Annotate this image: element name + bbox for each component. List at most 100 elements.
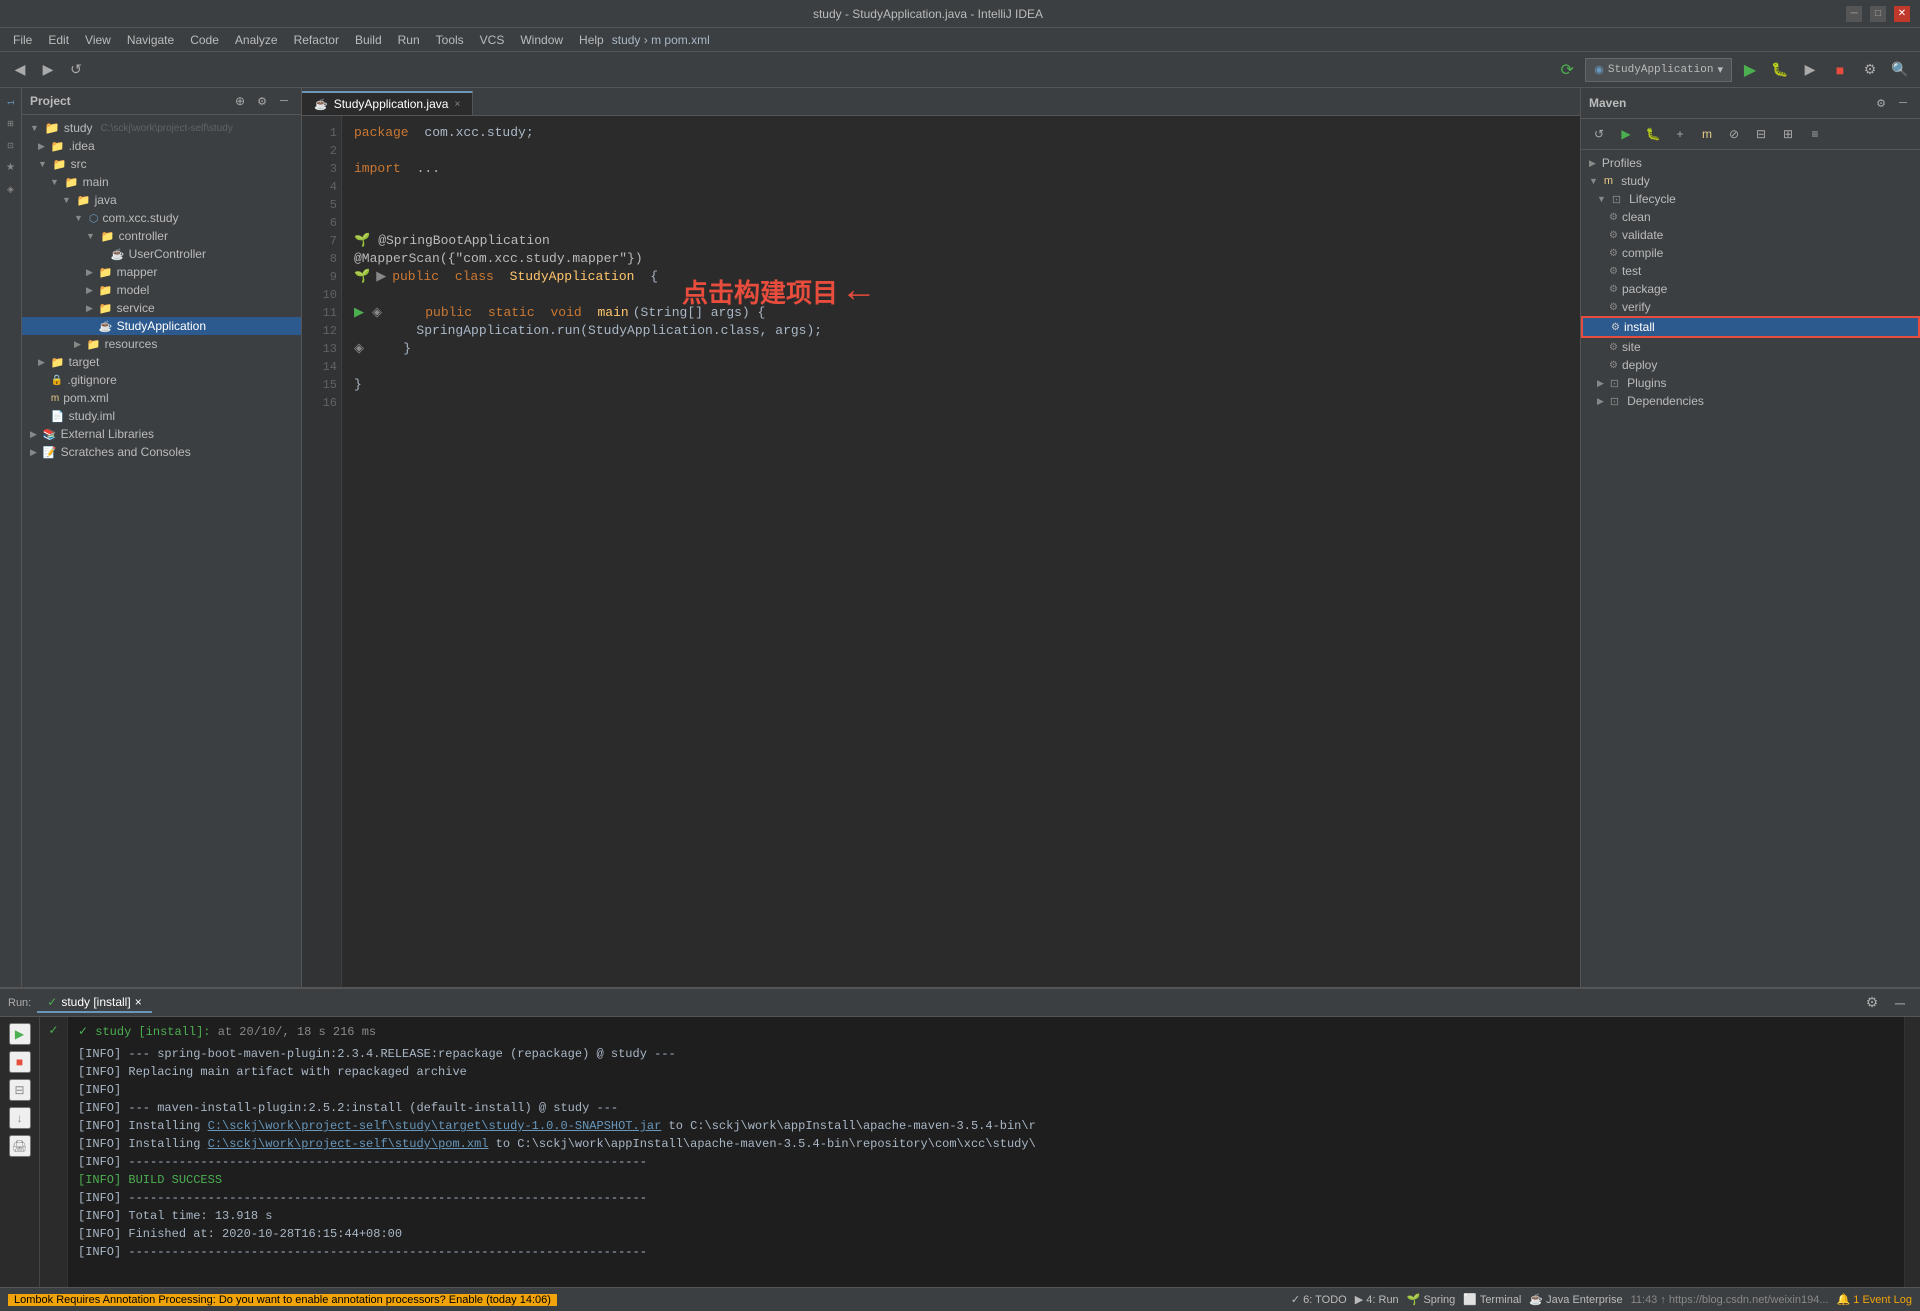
- menu-tools[interactable]: Tools: [428, 31, 472, 49]
- maven-profiles[interactable]: ▶ Profiles: [1581, 154, 1920, 172]
- print-button[interactable]: 🖨: [9, 1135, 31, 1157]
- add-icon[interactable]: ⊕: [231, 92, 249, 110]
- maven-hide-button[interactable]: ─: [1894, 94, 1912, 112]
- run-hide-button[interactable]: ─: [1888, 991, 1912, 1015]
- menu-run[interactable]: Run: [390, 31, 428, 49]
- search-button[interactable]: 🔍: [1888, 58, 1912, 82]
- maven-debug-button[interactable]: 🐛: [1641, 122, 1665, 146]
- tree-item-usercontroller[interactable]: ▶ ☕ UserController: [22, 245, 301, 263]
- terminal-button[interactable]: ⬜ Terminal: [1463, 1293, 1521, 1306]
- menu-analyze[interactable]: Analyze: [227, 31, 286, 49]
- run-settings-button[interactable]: ⚙: [1860, 991, 1884, 1015]
- maven-compile[interactable]: ⚙ compile: [1581, 244, 1920, 262]
- maven-lifecycle[interactable]: ▼ ⊡ Lifecycle: [1581, 190, 1920, 208]
- menu-build[interactable]: Build: [347, 31, 390, 49]
- tree-item-pomxml[interactable]: ▶ m pom.xml: [22, 389, 301, 407]
- back-button[interactable]: ◀: [8, 58, 32, 82]
- menu-navigate[interactable]: Navigate: [119, 31, 182, 49]
- tree-item-studyiml[interactable]: ▶ 📄 study.iml: [22, 407, 301, 425]
- menu-help[interactable]: Help: [571, 31, 612, 49]
- maven-verify[interactable]: ⚙ verify: [1581, 298, 1920, 316]
- tree-item-service[interactable]: ▶ 📁 service: [22, 299, 301, 317]
- scroll-to-end[interactable]: ↓: [9, 1107, 31, 1129]
- jar-path-link[interactable]: C:\sckj\work\project-self\study\target\s…: [208, 1119, 662, 1133]
- tree-item-mapper[interactable]: ▶ 📁 mapper: [22, 263, 301, 281]
- tree-item-external-libs[interactable]: ▶ 📚 External Libraries: [22, 425, 301, 443]
- pom-path-link[interactable]: C:\sckj\work\project-self\study\pom.xml: [208, 1137, 489, 1151]
- menu-file[interactable]: File: [5, 31, 40, 49]
- run-with-coverage[interactable]: ▶: [1798, 58, 1822, 82]
- maven-dependencies[interactable]: ▶ ⊡ Dependencies: [1581, 392, 1920, 410]
- refresh-button[interactable]: ↺: [64, 58, 88, 82]
- run-config-selector[interactable]: ◉ StudyApplication ▾: [1585, 58, 1732, 82]
- tree-item-model[interactable]: ▶ 📁 model: [22, 281, 301, 299]
- forward-button[interactable]: ▶: [36, 58, 60, 82]
- sidebar-web-icon[interactable]: ◈: [1, 180, 21, 200]
- tree-item-studyapplication[interactable]: ▶ ☕ StudyApplication: [22, 317, 301, 335]
- maven-plugins[interactable]: ▶ ⊡ Plugins: [1581, 374, 1920, 392]
- menu-edit[interactable]: Edit: [40, 31, 77, 49]
- menu-code[interactable]: Code: [182, 31, 227, 49]
- gear-icon[interactable]: ⚙: [253, 92, 271, 110]
- code-content[interactable]: package com.xcc.study; import ... 🌱 @Spr…: [342, 116, 1580, 987]
- maven-site[interactable]: ⚙ site: [1581, 338, 1920, 356]
- run-tab-close[interactable]: ×: [135, 995, 142, 1009]
- tree-item-resources[interactable]: ▶ 📁 resources: [22, 335, 301, 353]
- maven-validate[interactable]: ⚙ validate: [1581, 226, 1920, 244]
- lombok-warning[interactable]: Lombok Requires Annotation Processing: D…: [8, 1294, 557, 1306]
- maven-more-button[interactable]: ≡: [1803, 122, 1827, 146]
- maven-skip-button[interactable]: ⊘: [1722, 122, 1746, 146]
- maven-reload-button[interactable]: ↺: [1587, 122, 1611, 146]
- tree-item-gitignore[interactable]: ▶ 🔒 .gitignore: [22, 371, 301, 389]
- maven-settings-button[interactable]: ⚙: [1872, 94, 1890, 112]
- event-log-button[interactable]: 🔔 1 Event Log: [1837, 1293, 1912, 1306]
- run-button[interactable]: ▶: [1738, 58, 1762, 82]
- maven-test[interactable]: ⚙ test: [1581, 262, 1920, 280]
- minimize-button[interactable]: ─: [1846, 6, 1862, 22]
- maven-clean[interactable]: ⚙ clean: [1581, 208, 1920, 226]
- tree-item-scratches[interactable]: ▶ 📝 Scratches and Consoles: [22, 443, 301, 461]
- maximize-button[interactable]: □: [1870, 6, 1886, 22]
- maven-install[interactable]: ⚙ install: [1581, 316, 1920, 338]
- settings-button[interactable]: ⚙: [1858, 58, 1882, 82]
- maven-collapse-all[interactable]: ⊟: [1749, 122, 1773, 146]
- menu-view[interactable]: View: [77, 31, 119, 49]
- editor-tab-studyapplication[interactable]: ☕ StudyApplication.java ×: [302, 91, 473, 115]
- stop-run-button[interactable]: ■: [9, 1051, 31, 1073]
- search-everywhere-button[interactable]: ⟳: [1555, 58, 1579, 82]
- tree-item-idea[interactable]: ▶ 📁 .idea: [22, 137, 301, 155]
- maven-study-module[interactable]: ▼ m study: [1581, 172, 1920, 190]
- tree-item-study-root[interactable]: ▼ 📁 study C:\sckj\work\project-self\stud…: [22, 119, 301, 137]
- todo-button[interactable]: ✓ 6: TODO: [1291, 1293, 1347, 1306]
- maven-package[interactable]: ⚙ package: [1581, 280, 1920, 298]
- sidebar-favorites-icon[interactable]: ★: [1, 158, 21, 178]
- sidebar-structure-icon[interactable]: ⊞: [1, 114, 21, 134]
- run-status-button[interactable]: ▶ 4: Run: [1355, 1293, 1399, 1306]
- sidebar-project-icon[interactable]: 1: [1, 92, 21, 112]
- maven-deploy[interactable]: ⚙ deploy: [1581, 356, 1920, 374]
- debug-button[interactable]: 🐛: [1768, 58, 1792, 82]
- console-output[interactable]: ✓ study [install]: at 20/10/, 18 s 216 m…: [68, 1017, 1904, 1287]
- run-scrollbar[interactable]: [1904, 1017, 1920, 1287]
- run-tab-study-install[interactable]: ✓ study [install] ×: [37, 993, 151, 1013]
- maven-add-button[interactable]: +: [1668, 122, 1692, 146]
- stop-button[interactable]: ■: [1828, 58, 1852, 82]
- maven-run-button[interactable]: ▶: [1614, 122, 1638, 146]
- menu-vcs[interactable]: VCS: [472, 31, 513, 49]
- tree-item-java[interactable]: ▼ 📁 java: [22, 191, 301, 209]
- rerun-button[interactable]: ▶: [9, 1023, 31, 1045]
- menu-refactor[interactable]: Refactor: [286, 31, 347, 49]
- tree-item-target[interactable]: ▶ 📁 target: [22, 353, 301, 371]
- tree-item-package[interactable]: ▼ ⬡ com.xcc.study: [22, 209, 301, 227]
- java-enterprise-button[interactable]: ☕ Java Enterprise: [1529, 1293, 1622, 1306]
- maven-expand-all[interactable]: ⊞: [1776, 122, 1800, 146]
- tab-close-button[interactable]: ×: [454, 99, 460, 110]
- menu-window[interactable]: Window: [512, 31, 571, 49]
- maven-m-button[interactable]: m: [1695, 122, 1719, 146]
- tree-item-src[interactable]: ▼ 📁 src: [22, 155, 301, 173]
- spring-button[interactable]: 🌱 Spring: [1407, 1293, 1456, 1306]
- close-button[interactable]: ✕: [1894, 6, 1910, 22]
- tree-item-controller[interactable]: ▼ 📁 controller: [22, 227, 301, 245]
- filter-button[interactable]: ⊟: [9, 1079, 31, 1101]
- tree-item-main[interactable]: ▼ 📁 main: [22, 173, 301, 191]
